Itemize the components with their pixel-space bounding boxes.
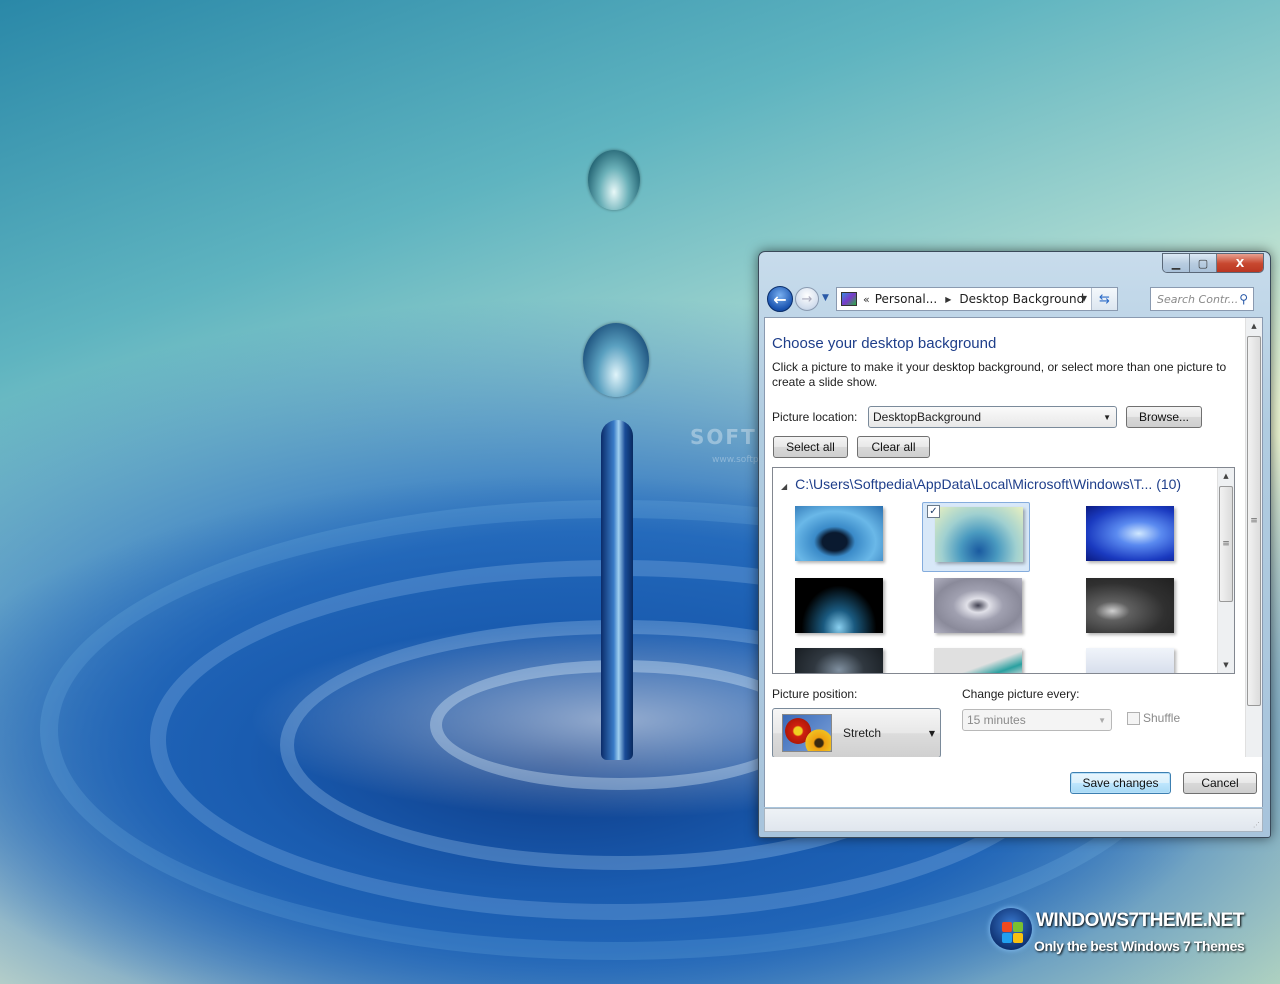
chevron-down-icon: ▼ — [822, 293, 829, 303]
save-changes-button[interactable]: Save changes — [1070, 772, 1171, 794]
thumbnail-image — [795, 648, 883, 673]
refresh-icon: ⇆ — [1099, 291, 1110, 307]
picture-position-select[interactable]: Stretch ▼ — [772, 708, 941, 758]
change-picture-value: 15 minutes — [967, 713, 1026, 727]
thumbnail-glass-splash-dark[interactable] — [783, 574, 891, 644]
thumbnail-image — [795, 506, 883, 561]
maximize-button[interactable]: ▢ — [1190, 254, 1217, 272]
thumbnail-water-drop-ripple[interactable]: ✓ — [922, 502, 1030, 572]
water-column — [601, 420, 633, 760]
recent-pages-button[interactable]: ▼ — [822, 293, 829, 303]
logo-title: WINDOWS7THEME.NET — [1036, 910, 1244, 931]
minimize-icon: ▁ — [1171, 257, 1181, 270]
thumbnail-image — [934, 648, 1022, 673]
shuffle-checkbox[interactable] — [1127, 712, 1140, 725]
thumbnail-blue-water-splash[interactable] — [1074, 502, 1182, 572]
desktop-background-window: ▁ ▢ X ← → ▼ « Personal... ▶ Desktop Back… — [758, 251, 1271, 838]
forward-button[interactable]: → — [795, 287, 819, 311]
thumbnail-dark-splash[interactable] — [783, 644, 891, 673]
address-bar[interactable]: « Personal... ▶ Desktop Background ▼ ⇆ — [836, 287, 1118, 311]
change-picture-label: Change picture every: — [962, 687, 1080, 701]
navigation-bar: ← → ▼ « Personal... ▶ Desktop Background… — [767, 285, 1262, 313]
breadcrumb-personalization[interactable]: Personal... — [875, 292, 937, 306]
chevron-down-icon: ▼ — [928, 729, 935, 738]
page-scrollbar[interactable]: ▲ ≡ ▼ — [1245, 318, 1262, 806]
arrow-right-icon: → — [801, 291, 813, 307]
minimize-button[interactable]: ▁ — [1163, 254, 1190, 272]
shuffle-label: Shuffle — [1143, 711, 1181, 725]
windows-flag-icon — [1002, 922, 1024, 944]
water-drop — [588, 150, 640, 210]
arrow-left-icon: ← — [773, 289, 787, 309]
chevron-down-icon: ▼ — [1103, 413, 1111, 422]
scrollbar-thumb[interactable]: ≡ — [1247, 336, 1261, 706]
water-drop — [583, 323, 649, 397]
thumbnail-gray-ripple-drop[interactable] — [922, 574, 1030, 644]
thumbnail-image — [934, 578, 1022, 633]
search-icon[interactable]: ⚲ — [1239, 292, 1248, 306]
picture-location-value: DesktopBackground — [873, 410, 982, 424]
window-controls: ▁ ▢ X — [1162, 253, 1264, 273]
breadcrumb-overflow[interactable]: « — [863, 293, 870, 306]
page-title: Choose your desktop background — [772, 335, 997, 352]
close-icon: X — [1235, 257, 1245, 270]
control-panel-icon — [841, 292, 857, 306]
picture-position-label: Picture position: — [772, 687, 858, 701]
collapse-icon[interactable]: ◢ — [781, 482, 787, 491]
thumbnail-checkbox[interactable]: ✓ — [927, 505, 940, 518]
windows-orb-icon — [990, 908, 1032, 950]
cancel-button[interactable]: Cancel — [1183, 772, 1257, 794]
resize-grip-icon[interactable]: ⋰ — [1253, 821, 1260, 829]
windows7theme-logo: WINDOWS7THEME.NET Only the best Windows … — [988, 904, 1268, 964]
refresh-button[interactable]: ⇆ — [1091, 288, 1117, 310]
thumbnail-light-drops[interactable] — [1074, 644, 1182, 673]
search-input[interactable]: Search Contr... ⚲ — [1150, 287, 1254, 311]
browse-button[interactable]: Browse... — [1126, 406, 1202, 428]
picture-position-value: Stretch — [843, 726, 882, 740]
chevron-down-icon: ▼ — [1098, 716, 1106, 725]
status-bar: ⋰ — [764, 808, 1263, 832]
thumbnail-image — [935, 507, 1023, 562]
gallery-group-path: C:\Users\Softpedia\AppData\Local\Microso… — [795, 476, 1182, 492]
scrollbar-thumb[interactable]: ≡ — [1219, 486, 1233, 602]
picture-location-label: Picture location: — [772, 410, 858, 424]
page-description: Click a picture to make it your desktop … — [772, 360, 1227, 389]
gallery-scrollbar[interactable]: ▲ ≡ ▼ — [1217, 468, 1234, 673]
clear-all-button[interactable]: Clear all — [857, 436, 930, 458]
scroll-up-icon[interactable]: ▲ — [1218, 468, 1234, 484]
maximize-icon: ▢ — [1197, 257, 1209, 270]
breadcrumb-desktop-background[interactable]: Desktop Background — [959, 292, 1084, 306]
picture-gallery: ◢ C:\Users\Softpedia\AppData\Local\Micros… — [772, 467, 1235, 674]
thumbnail-image — [1086, 506, 1174, 561]
thumbnail-image — [1086, 648, 1174, 673]
picture-location-select[interactable]: DesktopBackground ▼ — [868, 406, 1117, 428]
address-dropdown-icon[interactable]: ▼ — [1081, 294, 1087, 303]
scroll-up-icon[interactable]: ▲ — [1246, 318, 1262, 334]
thumbnail-teal-wave-splash[interactable] — [922, 644, 1030, 673]
breadcrumb-separator-icon[interactable]: ▶ — [945, 295, 951, 304]
thumbnail-image — [1086, 578, 1174, 633]
thumbnail-rain-drops-bw[interactable] — [1074, 574, 1182, 644]
gallery-group-header[interactable]: ◢ C:\Users\Softpedia\AppData\Local\Micros… — [781, 476, 1181, 492]
select-all-button[interactable]: Select all — [773, 436, 848, 458]
logo-subtitle: Only the best Windows 7 Themes — [1034, 938, 1245, 954]
back-button[interactable]: ← — [767, 286, 793, 312]
thumbnail-image — [795, 578, 883, 633]
change-picture-select[interactable]: 15 minutes ▼ — [962, 709, 1112, 731]
flower-preview-icon — [782, 714, 832, 752]
scroll-down-icon[interactable]: ▼ — [1218, 657, 1234, 673]
search-placeholder: Search Contr... — [1157, 292, 1239, 306]
thumbnail-water-splash-crater[interactable] — [783, 502, 891, 572]
close-button[interactable]: X — [1217, 254, 1263, 272]
content-pane: Choose your desktop background Click a p… — [764, 317, 1263, 807]
